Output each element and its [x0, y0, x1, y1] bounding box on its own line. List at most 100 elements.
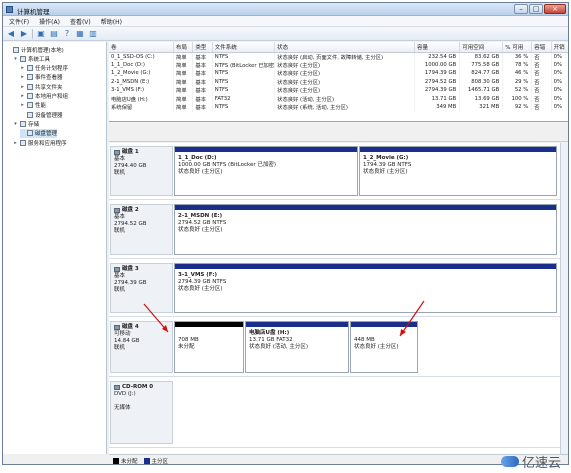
watermark: 亿速云 [500, 452, 561, 471]
volume-row[interactable]: 1_1_Doc (D:) 简单 基本 NTFS (BitLocker 已加密) 状态良好… [109, 60, 568, 69]
disk-icon [114, 150, 120, 155]
volume-cell: 3-1_VMS (F:) [109, 86, 175, 95]
column-header[interactable]: 布局 [173, 42, 194, 53]
title-bar: 计算机管理 – □ × [3, 3, 568, 16]
partition-size: 2794.52 GB NTFS [178, 220, 227, 226]
partition-block[interactable]: 1_2_Movie (G:) 1794.39 GB NTFS 状态良好 (主分区) [359, 146, 557, 196]
toolbar: ◀ ▶ ▣ ▤ ? ▦ ▥ [3, 27, 568, 41]
refresh-icon[interactable]: ▥ [88, 29, 98, 39]
disk-type: DVD (J:) [114, 391, 136, 397]
disk-size: 2794.40 GB [114, 163, 147, 169]
computer-management-icon [6, 6, 13, 13]
partition-title: 2-1_MSDN (E:) [178, 213, 223, 219]
volume-row[interactable]: 0_1_SSD-OS (C:) 简单 基本 NTFS 状态良好 (启动, 页面文件, 故… [109, 52, 568, 61]
partition-status: 状态良好 (主分区) [178, 286, 223, 292]
tree-node-icon [13, 46, 19, 53]
volume-cell: 简单 [173, 86, 194, 95]
disk-row: 磁盘 1 基本 2794.40 GB 联机 1_1_Doc (D:) 1000.00 GB… [109, 143, 562, 200]
expand-arrow-icon[interactable]: ▸ [20, 65, 25, 71]
partition-size: 13.71 GB FAT32 [249, 337, 293, 343]
column-header[interactable]: 容量 [414, 42, 461, 53]
partition-block[interactable]: 708 MB 未分配 [174, 321, 244, 373]
expand-arrow-icon[interactable]: ▸ [20, 84, 25, 90]
toolbar-separator [32, 28, 33, 39]
back-icon[interactable]: ◀ [6, 29, 16, 39]
volume-row[interactable]: 1_2_Movie (G:) 简单 基本 NTFS 状态良好 (主分区) 1794.39 … [109, 69, 568, 78]
volume-cell: NTFS [212, 103, 276, 112]
volume-cell: 系统保留 [109, 103, 175, 112]
disk-label[interactable]: CD-ROM 0 DVD (J:) 无媒体 [110, 381, 173, 444]
disk-name: 磁盘 2 [122, 207, 139, 213]
menu-file[interactable]: 文件(F) [9, 17, 29, 26]
expand-arrow-icon[interactable]: ▸ [20, 74, 25, 80]
partition-block[interactable]: 电脑店U盘 (H:) 13.71 GB FAT32 状态良好 (活动, 主分区) [245, 321, 349, 373]
close-button[interactable]: × [544, 4, 566, 14]
column-header[interactable]: 可用空间 [459, 42, 504, 53]
expand-arrow-icon[interactable]: ▸ [20, 93, 25, 99]
partition-block[interactable]: 2-1_MSDN (E:) 2794.52 GB NTFS 状态良好 (主分区) [174, 204, 557, 255]
menu-help[interactable]: 帮助(H) [101, 17, 122, 26]
disk-label[interactable]: 磁盘 1 基本 2794.40 GB 联机 [110, 146, 173, 196]
column-header[interactable]: 开销 [551, 42, 568, 53]
yisu-logo-icon [500, 456, 519, 467]
tree-item[interactable]: ▸ 事件查看器 [20, 73, 63, 82]
volume-cell: 基本 [192, 69, 213, 78]
help-icon[interactable]: ? [62, 29, 72, 39]
menu-view[interactable]: 查看(V) [70, 17, 91, 26]
partition-size: 1000.00 GB NTFS (BitLocker 已加密) [178, 162, 277, 168]
tree-item-label: 任务计划程序 [35, 66, 69, 73]
volume-cell: 36 % [502, 52, 533, 61]
menu-bar: 文件(F) 操作(A) 查看(V) 帮助(H) [3, 16, 568, 27]
computer-management-window: 计算机管理 – □ × 文件(F) 操作(A) 查看(V) 帮助(H) ◀ ▶ … [2, 2, 569, 465]
expand-arrow-icon[interactable]: ▸ [13, 140, 18, 146]
partition-block[interactable]: 3-1_VMS (F:) 2794.39 GB NTFS 状态良好 (主分区) [174, 263, 557, 313]
tree-item[interactable]: 磁盘管理 [20, 128, 58, 138]
volume-cell: 2-1_MSDN (E:) [109, 77, 175, 86]
tree-item[interactable]: ▾ 存储 [13, 119, 39, 128]
tree-node-icon [20, 120, 26, 127]
tree-item[interactable]: 设备管理器 [20, 110, 63, 119]
column-header[interactable]: 文件系统 [212, 42, 276, 53]
expand-arrow-icon[interactable]: ▸ [20, 102, 25, 108]
disk-label[interactable]: 磁盘 2 基本 2794.52 GB 联机 [110, 204, 173, 255]
tree-item[interactable]: ▸ 服务和应用程序 [13, 138, 67, 147]
tree-item[interactable]: ▸ 任务计划程序 [20, 64, 68, 73]
column-header[interactable]: 容错 [531, 42, 552, 53]
tree-item[interactable]: ▸ 性能 [20, 101, 46, 110]
tree-item[interactable]: ▸ 本地用户和组 [20, 92, 68, 101]
column-header[interactable]: 状态 [274, 42, 416, 53]
legend-item: 未分配 [113, 457, 138, 464]
expand-arrow-icon[interactable]: ▾ [13, 121, 18, 127]
partition-title: 电脑店U盘 (H:) [249, 330, 290, 336]
forward-icon[interactable]: ▶ [19, 29, 29, 39]
menu-action[interactable]: 操作(A) [39, 17, 60, 26]
tree-item[interactable]: ▾ 系统工具 [13, 54, 50, 63]
volume-cell: 状态良好 (主分区) [274, 77, 416, 86]
partition-block[interactable]: 1_1_Doc (D:) 1000.00 GB NTFS (BitLocker 已… [174, 146, 358, 196]
volume-cell: NTFS (BitLocker 已加密) [212, 60, 276, 69]
minimize-button[interactable]: – [514, 4, 528, 14]
tree-item[interactable]: 计算机管理(本地) [6, 45, 64, 54]
maximize-button[interactable]: □ [529, 4, 543, 14]
disk-view-scrollbar[interactable] [560, 143, 568, 454]
up-icon[interactable]: ▣ [36, 29, 46, 39]
console-icon[interactable]: ▦ [75, 29, 85, 39]
column-header[interactable]: 类型 [192, 42, 213, 53]
tree-item[interactable]: ▸ 共享文件夹 [20, 82, 63, 91]
disk-type: 基本 [114, 214, 126, 220]
volume-row[interactable]: 系统保留 简单 基本 NTFS 状态良好 (系统, 活动, 主分区) 349 MB 321 … [109, 103, 568, 112]
legend-item: 主分区 [143, 457, 168, 464]
volume-row[interactable]: 3-1_VMS (F:) 简单 基本 NTFS 状态良好 (主分区) 2794.39 GB… [109, 86, 568, 95]
disk-type: 基本 [114, 156, 126, 162]
volume-cell: 否 [531, 52, 552, 61]
properties-icon[interactable]: ▤ [49, 29, 59, 39]
volume-row[interactable]: 2-1_MSDN (E:) 简单 基本 NTFS 状态良好 (主分区) 2794.52 G… [109, 77, 568, 86]
volume-cell: 1000.00 GB [414, 60, 461, 69]
expand-arrow-icon[interactable]: ▾ [13, 56, 18, 62]
column-header[interactable]: 卷 [109, 42, 175, 53]
pane-splitter[interactable] [109, 123, 568, 142]
tree-node-icon [27, 93, 33, 99]
volume-row[interactable]: 电脑店U盘 (H:) 简单 基本 FAT32 状态良好 (活动, 主分区) 13.71 G… [109, 94, 568, 103]
disk-status: 联机 [114, 228, 126, 234]
column-header[interactable]: % 可用 [502, 42, 533, 53]
